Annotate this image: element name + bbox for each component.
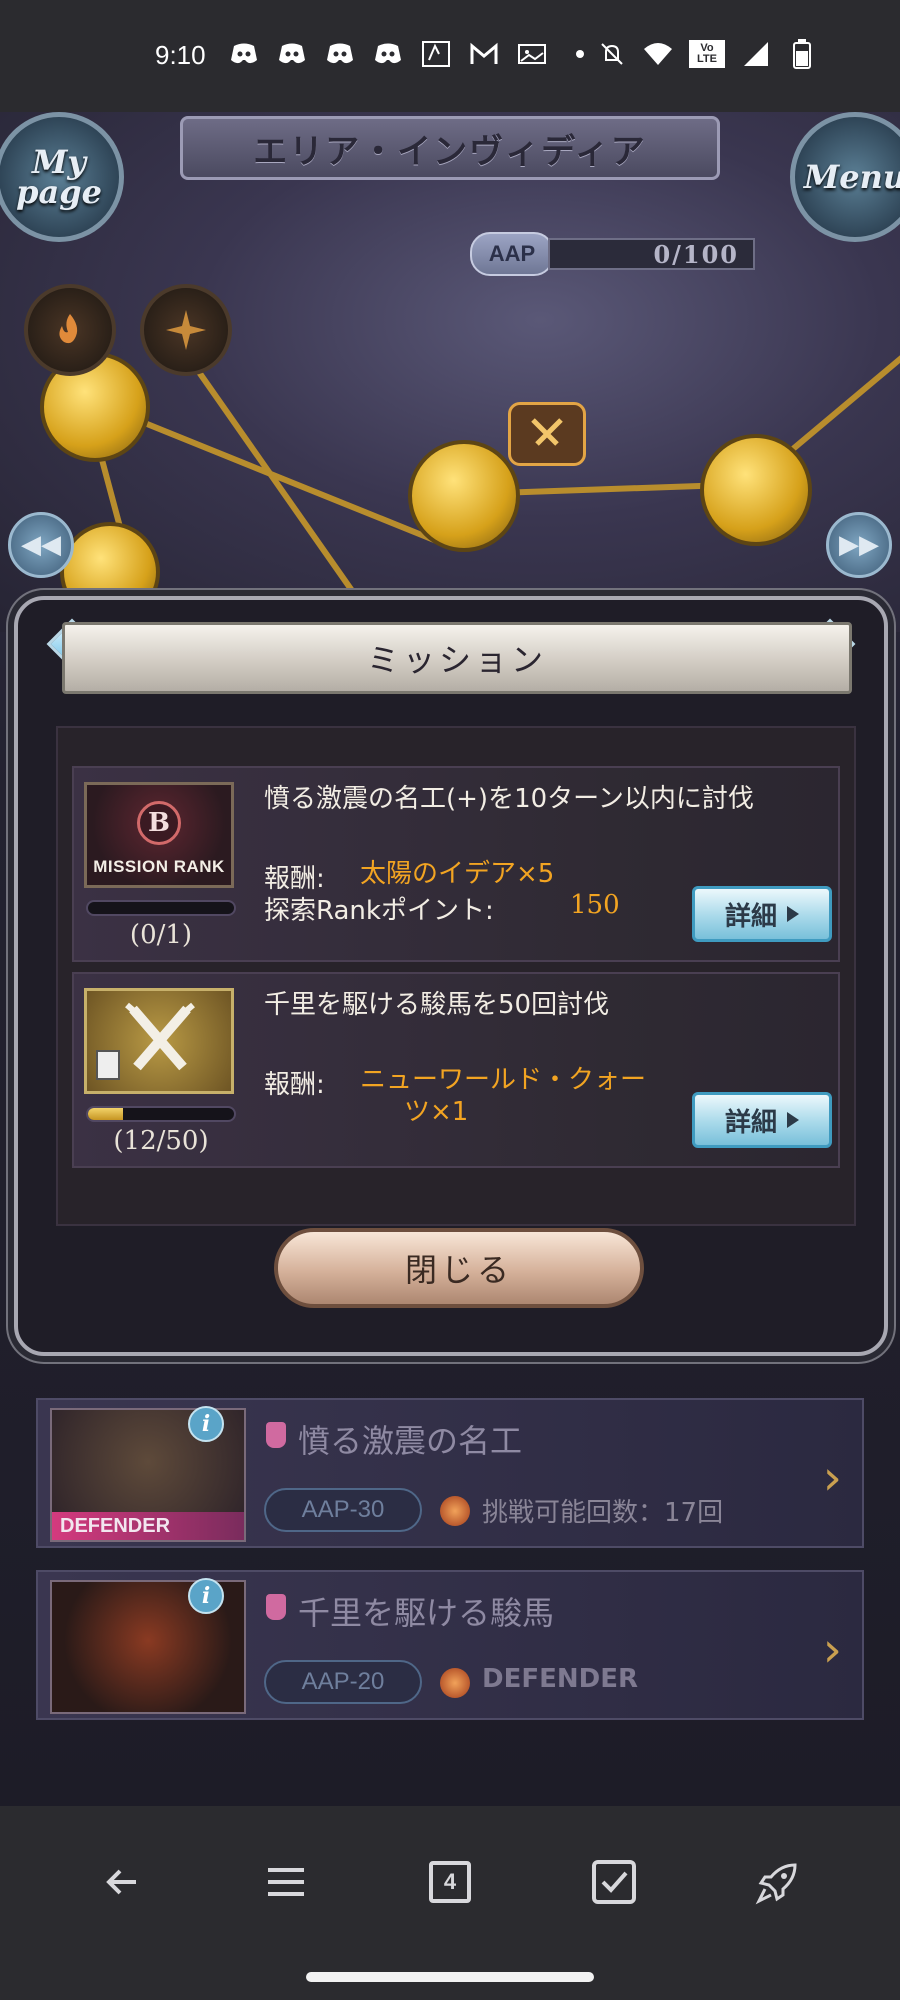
- area-map[interactable]: エリア・インヴィディア My page Menu AAP 0/100 ◀◀ ▶▶: [0, 112, 900, 632]
- info-icon[interactable]: i: [188, 1406, 224, 1442]
- mission-item: B MISSION RANK (0/1) 憤る激震の名工(+)を10ターン以内に…: [72, 766, 840, 962]
- mission-count: (12/50): [113, 1126, 209, 1156]
- wifi-icon: [642, 40, 674, 68]
- mission-progress-bar: [86, 900, 236, 916]
- mission-list: B MISSION RANK (0/1) 憤る激震の名工(+)を10ターン以内に…: [56, 726, 856, 1226]
- mypage-label: My page: [16, 143, 102, 211]
- mission-count: (0/1): [129, 920, 193, 950]
- mission-title: 憤る激震の名工(+)を10ターン以内に討伐: [264, 784, 754, 814]
- rocket-icon[interactable]: [738, 1842, 818, 1922]
- gmail-icon: [468, 40, 500, 68]
- chevron-right-icon[interactable]: ›: [823, 1450, 842, 1506]
- quest-tag-icon: [266, 1594, 286, 1620]
- menu-button[interactable]: Menu: [790, 112, 900, 242]
- quest-attempts: 挑戦可能回数：17回: [482, 1498, 724, 1528]
- status-time: 9:10: [155, 40, 206, 70]
- quest-name: 憤る激震の名工: [298, 1422, 523, 1460]
- discord-icon: [324, 40, 356, 68]
- play-arrow-icon: [787, 906, 799, 922]
- reward-value: 太陽のイデア×5: [360, 859, 555, 889]
- battle-marker-icon[interactable]: [508, 402, 586, 466]
- area-title-banner: エリア・インヴィディア: [180, 116, 720, 180]
- map-path: [177, 343, 355, 593]
- points-label: 探索Rankポイント:: [264, 896, 494, 926]
- dot-icon: [564, 40, 596, 68]
- play-arrow-icon: [787, 1112, 799, 1128]
- mypage-button[interactable]: My page: [0, 112, 124, 242]
- reward-value-line: ツ×1: [404, 1097, 469, 1127]
- points-value: 150: [570, 890, 620, 920]
- discord-icon: [276, 40, 308, 68]
- area-title: エリア・インヴィディア: [253, 131, 647, 172]
- rank-letter: B: [137, 801, 181, 845]
- aap-gauge: AAP 0/100: [470, 230, 755, 278]
- mute-icon: [596, 40, 628, 68]
- aap-label: AAP: [470, 232, 554, 276]
- quest-row[interactable]: i 千里を駆ける駿馬 AAP-20 DEFENDER ›: [36, 1570, 864, 1720]
- quest-aap-cost: AAP-20: [264, 1660, 422, 1704]
- menu-label: Menu: [803, 158, 900, 196]
- detail-button[interactable]: 詳細: [692, 886, 832, 942]
- rank-label: MISSION RANK: [93, 857, 225, 876]
- mission-title: 千里を駆ける駿馬を50回討伐: [264, 990, 610, 1020]
- map-node[interactable]: [700, 434, 812, 546]
- next-area-button[interactable]: ▶▶: [826, 512, 892, 578]
- quest-defender-label: DEFENDER: [482, 1664, 638, 1694]
- mission-progress-bar: [86, 1106, 236, 1122]
- prev-area-button[interactable]: ◀◀: [8, 512, 74, 578]
- quest-aap-cost: AAP-30: [264, 1488, 422, 1532]
- reward-value-line: ニューワールド・クォー: [360, 1065, 647, 1095]
- app-icon: [420, 40, 452, 68]
- fire-element-icon: [440, 1496, 470, 1526]
- mission-dialog: ミッション B MISSION RANK (0/1) 憤る激震の名工(+)を10…: [14, 596, 888, 1356]
- chevron-right-icon[interactable]: ›: [823, 1622, 842, 1678]
- progress-fill: [88, 1108, 124, 1120]
- quest-name: 千里を駆ける駿馬: [298, 1594, 555, 1632]
- signal-icon: [740, 40, 772, 68]
- defender-badge: DEFENDER: [52, 1512, 244, 1540]
- volte-icon: Vo LTE: [688, 40, 726, 68]
- discord-icon: [372, 40, 404, 68]
- detail-label: 詳細: [724, 1107, 777, 1138]
- discord-icon: [228, 40, 260, 68]
- map-node[interactable]: [408, 440, 520, 552]
- crossed-swords-icon: [84, 988, 234, 1094]
- mission-item: (12/50) 千里を駆ける駿馬を50回討伐 報酬: ニューワールド・クォー ツ…: [72, 972, 840, 1168]
- navigation-bar: 4: [0, 1806, 900, 2000]
- mission-rank-icon: B MISSION RANK: [84, 782, 234, 888]
- quest-tag-icon: [266, 1422, 286, 1448]
- system-icons: Vo LTE: [596, 39, 818, 69]
- tabs-icon[interactable]: 4: [410, 1842, 490, 1922]
- notification-icons: [228, 40, 596, 68]
- checkbox-icon[interactable]: [574, 1842, 654, 1922]
- menu-icon[interactable]: [246, 1842, 326, 1922]
- dialog-title-bar: ミッション: [62, 622, 852, 694]
- fire-element-icon: [440, 1668, 470, 1698]
- battery-icon: [786, 39, 818, 69]
- tabs-count: 4: [429, 1861, 471, 1903]
- info-icon[interactable]: i: [188, 1578, 224, 1614]
- detail-button[interactable]: 詳細: [692, 1092, 832, 1148]
- aap-value: 0/100: [548, 238, 755, 270]
- status-bar: 9:10 Vo LTE: [0, 0, 900, 112]
- close-label: 閉じる: [404, 1251, 513, 1289]
- fire-element-button[interactable]: [24, 284, 116, 376]
- close-button[interactable]: 閉じる: [274, 1228, 644, 1308]
- home-gesture-bar[interactable]: [306, 1972, 594, 1982]
- reward-value: ニューワールド・クォー ツ×1: [360, 1064, 646, 1128]
- photo-icon: [516, 40, 548, 68]
- detail-label: 詳細: [724, 901, 777, 932]
- quest-row[interactable]: DEFENDER i 憤る激震の名工 AAP-30 挑戦可能回数：17回 ›: [36, 1398, 864, 1548]
- compass-element-button[interactable]: [140, 284, 232, 376]
- reward-label: 報酬:: [264, 1070, 325, 1100]
- back-icon[interactable]: [82, 1842, 162, 1922]
- dialog-title: ミッション: [366, 641, 547, 679]
